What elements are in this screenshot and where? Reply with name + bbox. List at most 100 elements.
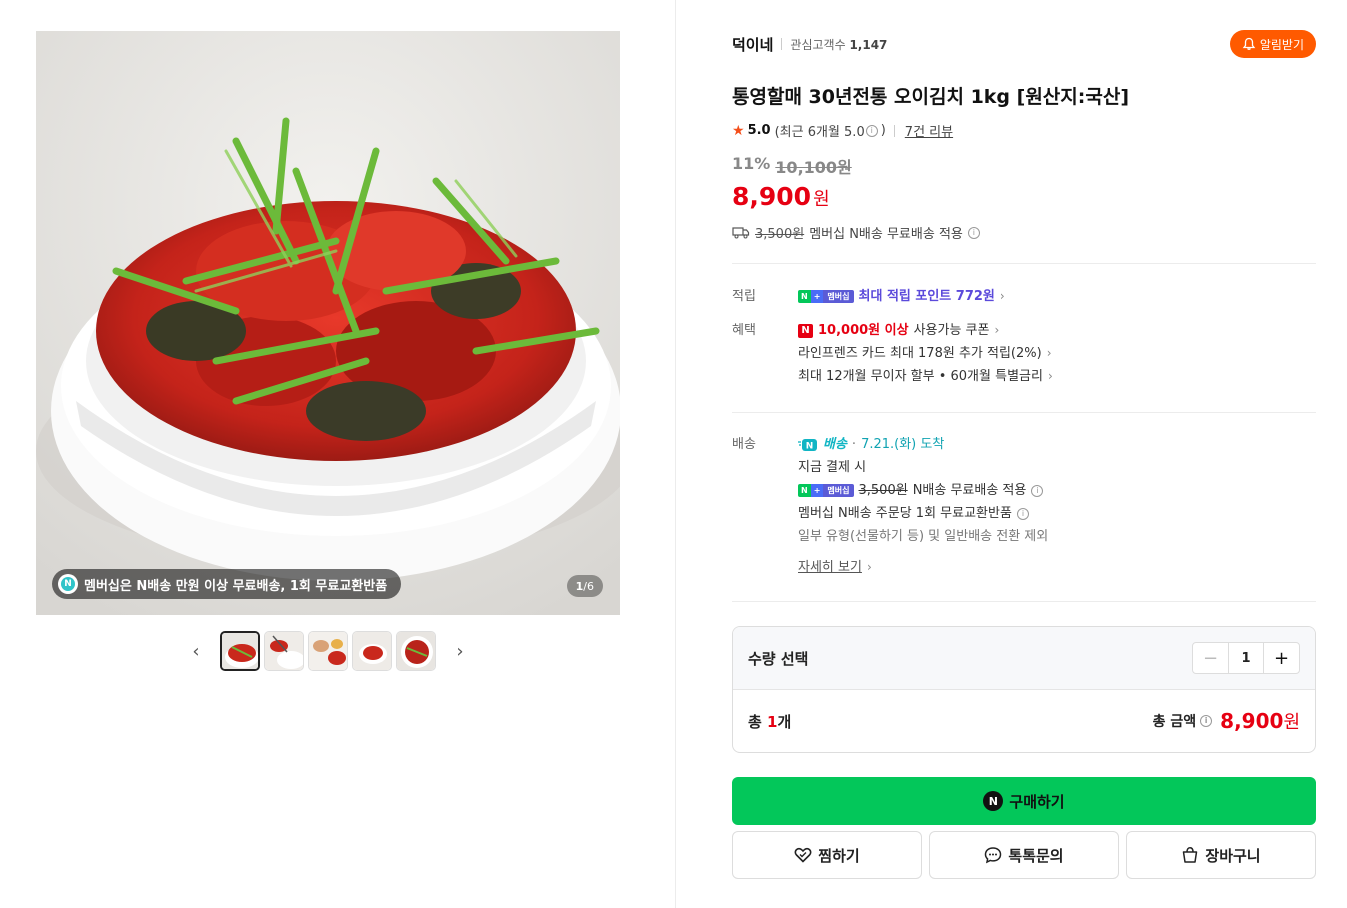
- quantity-box: 수량 선택 − 1 + 총 1개 총 금액 i 8,900 원: [732, 626, 1316, 753]
- arrival-date: 7.21.(화) 도착: [861, 437, 945, 452]
- info-icon[interactable]: i: [865, 124, 878, 137]
- exchange-line: 멤버십 N배송 주문당 1회 무료교환반품 i: [798, 502, 1048, 525]
- chevron-right-icon: ›: [999, 289, 1005, 303]
- sale-price: 8,900 원: [732, 182, 1316, 211]
- svg-text:N: N: [806, 441, 814, 451]
- dot-separator: ·: [851, 437, 857, 452]
- delivery-label: 배송: [732, 437, 756, 452]
- discount-percent: 11%: [732, 154, 771, 173]
- wish-button[interactable]: 찜하기: [732, 831, 922, 879]
- installment-link[interactable]: 최대 12개월 무이자 할부 • 60개월 특별금리 ›: [798, 365, 1053, 388]
- total-label: 총 금액 i: [1153, 711, 1213, 731]
- card-benefit-link[interactable]: 라인프렌즈 카드 최대 178원 추가 적립(2%) ›: [798, 342, 1053, 365]
- n-coupon-icon: N: [798, 323, 813, 338]
- quantity-select-row: 수량 선택 − 1 +: [733, 627, 1315, 690]
- benefit-label: 혜택: [732, 323, 756, 338]
- quantity-stepper: − 1 +: [1192, 642, 1300, 674]
- chevron-right-icon[interactable]: ›: [440, 631, 480, 671]
- coupon-amount: 10,000원 이상: [818, 323, 909, 338]
- section-divider: [732, 412, 1316, 413]
- talk-button[interactable]: 톡톡문의: [929, 831, 1119, 879]
- info-icon[interactable]: i: [1031, 484, 1044, 497]
- shipping-original-fee: 3,500원: [755, 227, 805, 242]
- quantity-label: 수량 선택: [748, 649, 809, 668]
- shipping-text: 멤버십 N배송 무료배송 적용: [809, 227, 963, 242]
- total-price: 8,900 원: [1220, 709, 1300, 733]
- buy-label: 구매하기: [1009, 792, 1065, 811]
- n-delivery-text: 배송: [823, 437, 847, 452]
- secondary-actions: 찜하기 톡톡문의 장바구니: [732, 831, 1316, 879]
- n-delivery-line: N 배송 · 7.21.(화) 도착: [798, 433, 1048, 456]
- points-link[interactable]: N + 멤버십 최대 적립 포인트 772원 ›: [798, 285, 1005, 308]
- review-link[interactable]: 7건 리뷰: [905, 121, 953, 140]
- thumbnail-4[interactable]: [352, 631, 392, 671]
- free-shipping-line: N + 멤버십 3,500원 N배송 무료배송 적용 i: [798, 479, 1048, 502]
- alarm-label: 알림받기: [1259, 37, 1304, 52]
- minus-icon[interactable]: −: [1193, 643, 1229, 673]
- main-product-image[interactable]: N 멤버십은 N배송 만원 이상 무료배송, 1회 무료교환반품 1/6: [36, 31, 620, 615]
- n-delivery-icon: N: [798, 438, 817, 451]
- thumbnail-2[interactable]: [264, 631, 304, 671]
- info-icon[interactable]: i: [1016, 507, 1029, 520]
- exclusion-line: 일부 유형(선물하기 등) 및 일반배송 전환 제외: [798, 525, 1048, 548]
- total-row: 총 1개 총 금액 i 8,900 원: [733, 690, 1315, 752]
- membership-promo-badge: N 멤버십은 N배송 만원 이상 무료배송, 1회 무료교환반품: [52, 569, 402, 599]
- rating-recent: (최근 6개월 5.0: [774, 125, 865, 140]
- product-gallery: N 멤버십은 N배송 만원 이상 무료배송, 1회 무료교환반품 1/6 ‹ ›: [36, 31, 620, 671]
- total-count: 총 1개: [748, 712, 792, 731]
- detail-link-text: 자세히 보기: [798, 560, 862, 575]
- quantity-value[interactable]: 1: [1229, 643, 1263, 673]
- n-plus-membership-icon: N + 멤버십: [798, 290, 854, 303]
- image-counter: 1/6: [566, 575, 603, 597]
- chevron-right-icon: ›: [1047, 369, 1053, 383]
- coupon-link[interactable]: N 10,000원 이상 사용가능 쿠폰 ›: [798, 319, 1053, 342]
- fans-count: 관심고객수 1,147: [790, 37, 888, 52]
- shipping-row: 3,500원 멤버십 N배송 무료배송 적용 i: [732, 223, 1316, 242]
- divider: [781, 38, 783, 50]
- promo-text: 멤버십은 N배송 만원 이상 무료배송, 1회 무료교환반품: [84, 578, 388, 594]
- plus-icon[interactable]: +: [1263, 643, 1299, 673]
- thumbnail-3[interactable]: [308, 631, 348, 671]
- talk-label: 톡톡문의: [1008, 846, 1064, 865]
- n-plus-membership-icon: N + 멤버십: [798, 484, 854, 497]
- cart-button[interactable]: 장바구니: [1126, 831, 1316, 879]
- detail-link[interactable]: 자세히 보기 ›: [798, 556, 1048, 579]
- price-value: 8,900: [732, 182, 812, 211]
- section-divider: [732, 263, 1316, 264]
- chevron-left-icon[interactable]: ‹: [176, 631, 216, 671]
- free-shipping-text: N배송 무료배송 적용: [912, 483, 1027, 498]
- naver-pay-icon: N: [983, 791, 1004, 811]
- thumbnail-1[interactable]: [220, 631, 260, 671]
- chat-icon: [985, 847, 1002, 864]
- installment-text: 최대 12개월 무이자 할부 • 60개월 특별금리: [798, 369, 1043, 384]
- exclusion-text: 일부 유형(선물하기 등) 및 일반배송 전환 제외: [798, 529, 1049, 544]
- benefit-section: 혜택 N 10,000원 이상 사용가능 쿠폰 › 라인프렌즈 카드 최대 17…: [732, 319, 1316, 388]
- rating-row: ★ 5.0 (최근 6개월 5.0 i ) 7건 리뷰: [732, 121, 1316, 141]
- discount-row: 11% 10,100원: [732, 154, 1316, 178]
- cart-label: 장바구니: [1205, 846, 1261, 865]
- rating-score: 5.0: [747, 123, 771, 138]
- heart-icon: [794, 847, 812, 863]
- price-unit: 원: [813, 189, 830, 210]
- points-text: 최대 적립 포인트 772원: [858, 289, 995, 304]
- info-icon[interactable]: i: [967, 226, 980, 239]
- truck-icon: [732, 227, 750, 239]
- buy-button[interactable]: N 구매하기: [732, 777, 1316, 825]
- delivery-original-fee: 3,500원: [858, 483, 908, 498]
- divider: [893, 124, 895, 137]
- product-info: 덕이네 관심고객수 1,147 알림받기 통영할매 30년전통 오이김치 1kg…: [732, 30, 1316, 242]
- info-icon[interactable]: i: [1200, 715, 1213, 727]
- alarm-button[interactable]: 알림받기: [1229, 30, 1316, 58]
- thumbnail-5[interactable]: [396, 631, 436, 671]
- section-divider: [732, 601, 1316, 602]
- store-name[interactable]: 덕이네: [732, 34, 773, 55]
- shopping-bag-icon: [1183, 847, 1198, 863]
- exchange-text: 멤버십 N배송 주문당 1회 무료교환반품: [798, 506, 1012, 521]
- thumbnail-strip: ‹ ›: [36, 631, 620, 671]
- delivery-section: 배송 N 배송 · 7.21.(화) 도착 지금 결제 시 N + 멤버십 3,50…: [732, 433, 1316, 579]
- points-section: 적립 N + 멤버십 최대 적립 포인트 772원 ›: [732, 285, 1316, 308]
- rating-close: ): [880, 123, 886, 138]
- chevron-right-icon: ›: [1046, 346, 1052, 360]
- pay-now-text: 지금 결제 시: [798, 460, 867, 475]
- bell-icon: [1242, 37, 1256, 50]
